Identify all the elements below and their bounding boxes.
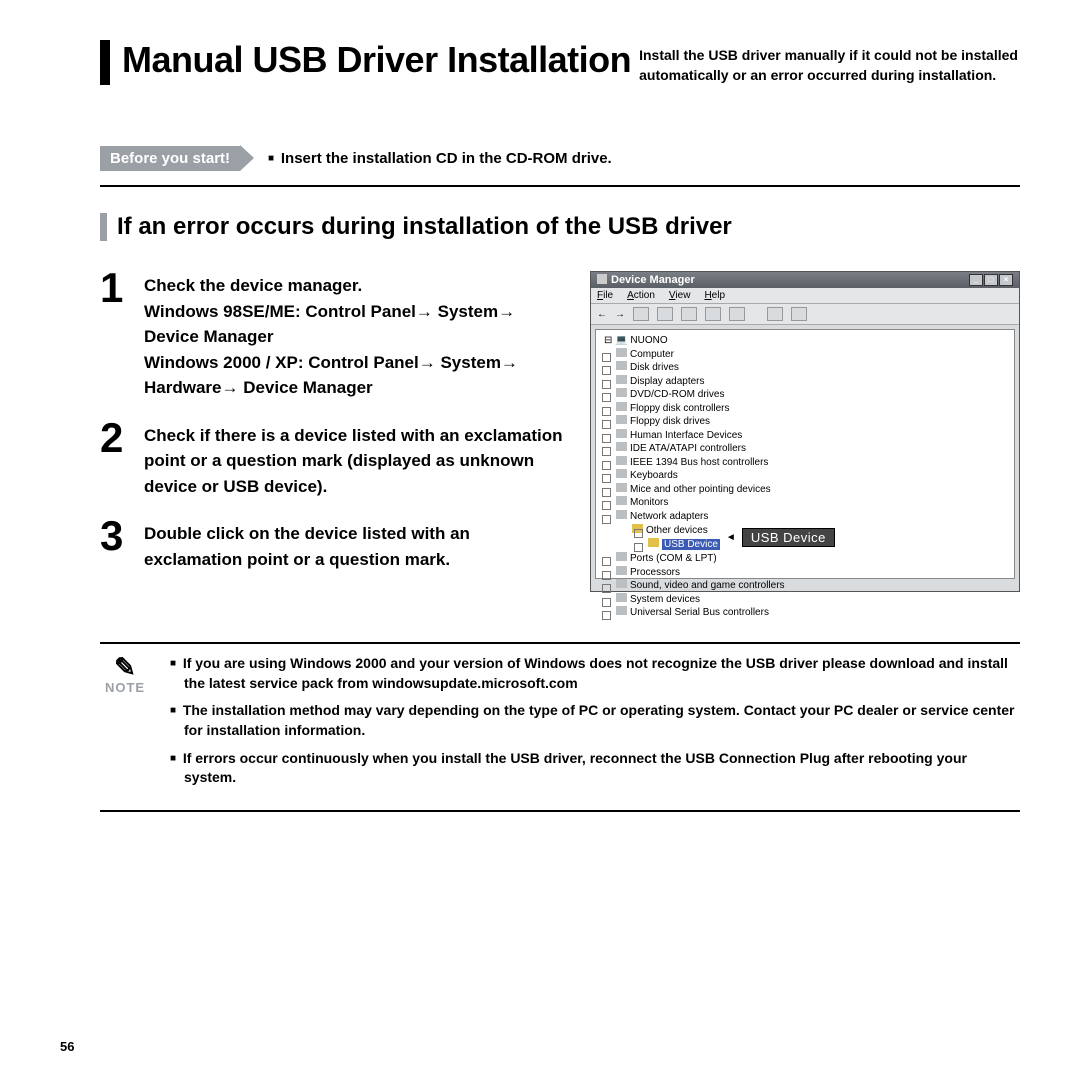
page-number: 56 — [60, 1039, 74, 1054]
toolbar: ← → — [591, 304, 1019, 325]
tree-item[interactable]: Sound, video and game controllers — [600, 579, 1010, 593]
device-icon — [616, 566, 627, 575]
device-tree[interactable]: ⊟ 💻 NUONO Computer Disk drives Display a… — [595, 329, 1015, 579]
tree-item[interactable]: Ports (COM & LPT) — [600, 552, 1010, 566]
device-icon — [616, 348, 627, 357]
tree-item[interactable]: System devices — [600, 593, 1010, 607]
callout-arrow-icon: ◄ — [726, 532, 736, 543]
note-item: If errors occur continuously when you in… — [170, 749, 1020, 788]
toolbar-button[interactable] — [767, 307, 783, 321]
page-title: Manual USB Driver Installation — [122, 40, 631, 80]
toolbar-button[interactable] — [633, 307, 649, 321]
close-button[interactable]: × — [999, 274, 1013, 286]
step-text: Double click on the device listed with a… — [144, 519, 566, 572]
note-block: ✎ NOTE If you are using Windows 2000 and… — [100, 642, 1020, 812]
note-label-column: ✎ NOTE — [100, 654, 150, 796]
device-icon — [616, 456, 627, 465]
device-icon — [616, 469, 627, 478]
step-number: 3 — [100, 519, 130, 572]
step-1: 1 Check the device manager. Windows 98SE… — [100, 271, 566, 401]
tree-item[interactable]: Mice and other pointing devices — [600, 483, 1010, 497]
other-devices-row: Other devices USB Device ◄ USB Device — [600, 524, 1010, 551]
window-title: Device Manager — [597, 274, 695, 286]
device-icon — [616, 606, 627, 615]
menu-help[interactable]: Help — [704, 290, 725, 301]
toolbar-button[interactable] — [657, 307, 673, 321]
section-heading: If an error occurs during installation o… — [100, 213, 1020, 241]
toolbar-button[interactable] — [705, 307, 721, 321]
menu-action[interactable]: Action — [627, 290, 655, 301]
tree-item[interactable]: Floppy disk controllers — [600, 402, 1010, 416]
divider — [100, 185, 1020, 187]
question-icon — [648, 538, 659, 547]
tree-item[interactable]: Human Interface Devices — [600, 429, 1010, 443]
usb-device-callout: USB Device — [742, 528, 835, 547]
before-you-start-row: Before you start! Insert the installatio… — [100, 145, 1020, 171]
toolbar-button[interactable] — [791, 307, 807, 321]
tree-item[interactable]: Disk drives — [600, 361, 1010, 375]
device-icon — [616, 429, 627, 438]
page-header: Manual USB Driver Installation Install t… — [100, 40, 1020, 85]
menu-view[interactable]: View — [669, 290, 691, 301]
tree-item[interactable]: IEEE 1394 Bus host controllers — [600, 456, 1010, 470]
step-number: 2 — [100, 421, 130, 500]
device-icon — [616, 442, 627, 451]
step-3: 3 Double click on the device listed with… — [100, 519, 566, 572]
tree-item-other-devices[interactable]: Other devices — [632, 524, 720, 538]
step-text: Check if there is a device listed with a… — [144, 421, 566, 500]
note-item: If you are using Windows 2000 and your v… — [170, 654, 1020, 693]
tree-root[interactable]: ⊟ 💻 NUONO — [600, 334, 1010, 348]
badge-arrow-icon — [240, 145, 254, 171]
tree-item[interactable]: Display adapters — [600, 375, 1010, 389]
device-icon — [616, 593, 627, 602]
steps-column: 1 Check the device manager. Windows 98SE… — [100, 271, 566, 592]
tree-item-usb-device[interactable]: USB Device — [632, 538, 720, 552]
tree-item[interactable]: IDE ATA/ATAPI controllers — [600, 442, 1010, 456]
body-row: 1 Check the device manager. Windows 98SE… — [100, 271, 1020, 592]
device-icon — [616, 402, 627, 411]
device-icon — [616, 375, 627, 384]
device-icon — [616, 361, 627, 370]
device-icon — [616, 415, 627, 424]
question-icon — [632, 524, 643, 533]
step-2: 2 Check if there is a device listed with… — [100, 421, 566, 500]
note-label: NOTE — [100, 680, 150, 695]
note-item: The installation method may vary dependi… — [170, 701, 1020, 740]
device-icon — [616, 388, 627, 397]
tree-item[interactable]: Monitors — [600, 496, 1010, 510]
maximize-button[interactable]: □ — [984, 274, 998, 286]
tree-item[interactable]: Network adapters — [600, 510, 1010, 524]
before-badge: Before you start! — [100, 146, 240, 171]
menu-file[interactable]: File — [597, 290, 613, 301]
device-icon — [616, 483, 627, 492]
tree-item[interactable]: Universal Serial Bus controllers — [600, 606, 1010, 620]
tree-item[interactable]: Processors — [600, 566, 1010, 580]
minimize-button[interactable]: _ — [969, 274, 983, 286]
device-icon — [616, 510, 627, 519]
before-badge-wrap: Before you start! — [100, 145, 254, 171]
device-icon — [616, 579, 627, 588]
device-icon — [616, 496, 627, 505]
before-text: Insert the installation CD in the CD-ROM… — [268, 150, 612, 167]
window-titlebar: Device Manager _ □ × — [591, 272, 1019, 288]
step-number: 1 — [100, 271, 130, 401]
tree-item[interactable]: Keyboards — [600, 469, 1010, 483]
tree-item[interactable]: DVD/CD-ROM drives — [600, 388, 1010, 402]
page-subtitle: Install the USB driver manually if it co… — [639, 46, 1020, 85]
step-text: Check the device manager. Windows 98SE/M… — [144, 271, 566, 401]
menu-bar: File Action View Help — [591, 288, 1019, 304]
note-hand-icon: ✎ — [100, 654, 150, 680]
device-icon — [616, 552, 627, 561]
window-buttons: _ □ × — [969, 274, 1013, 286]
tree-item[interactable]: Computer — [600, 348, 1010, 362]
forward-icon[interactable]: → — [615, 309, 625, 320]
toolbar-button[interactable] — [729, 307, 745, 321]
tree-item[interactable]: Floppy disk drives — [600, 415, 1010, 429]
back-icon[interactable]: ← — [597, 309, 607, 320]
note-list: If you are using Windows 2000 and your v… — [170, 654, 1020, 796]
device-manager-window: Device Manager _ □ × File Action View He… — [590, 271, 1020, 592]
toolbar-button[interactable] — [681, 307, 697, 321]
